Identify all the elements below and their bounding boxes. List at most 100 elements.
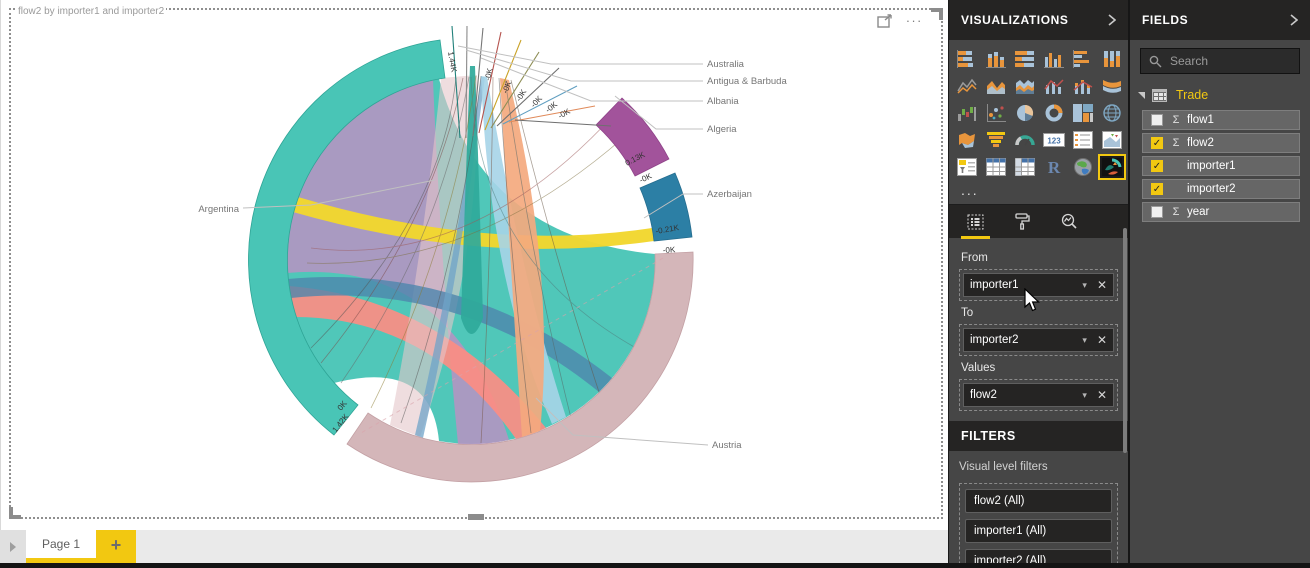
tab-fields[interactable] xyxy=(961,205,990,239)
remove-field-icon[interactable]: ✕ xyxy=(1097,333,1107,347)
sigma-icon: Σ xyxy=(1172,114,1180,126)
field-name[interactable]: importer2 xyxy=(1187,183,1236,195)
play-triangle-icon xyxy=(10,542,16,552)
viz-icon-clustered-column-chart[interactable] xyxy=(1042,48,1066,70)
viz-icon-card[interactable]: 123 xyxy=(1042,129,1066,151)
chevron-down-icon[interactable]: ▾ xyxy=(1082,335,1087,346)
search-input[interactable] xyxy=(1170,54,1290,68)
viz-icon-line-clustered-column-chart[interactable] xyxy=(1042,75,1066,97)
fields-title: FIELDS xyxy=(1142,13,1189,27)
visualization-icon-grid: 123 R xyxy=(949,40,1128,180)
field-row-year[interactable]: Σyear xyxy=(1142,202,1300,222)
format-tab-icon xyxy=(1015,213,1030,230)
filter-pill[interactable]: flow2 (All) xyxy=(965,489,1112,513)
viz-icon-arcgis-map[interactable] xyxy=(1071,156,1095,178)
checkbox-checked-icon[interactable]: ✓ xyxy=(1151,137,1163,149)
scrollbar-thumb[interactable] xyxy=(1123,228,1127,453)
tab-analytics[interactable] xyxy=(1060,205,1078,239)
filter-pill[interactable]: importer1 (All) xyxy=(965,519,1112,543)
viz-icon-area-chart[interactable] xyxy=(984,75,1008,97)
svg-text:123: 123 xyxy=(1047,137,1061,146)
field-name[interactable]: flow2 xyxy=(1187,137,1214,149)
values-dropzone[interactable]: flow2 ▾ ✕ xyxy=(959,379,1118,411)
viz-icon-pie-chart[interactable] xyxy=(1013,102,1037,124)
more-visuals-ellipsis[interactable]: ... xyxy=(949,180,1128,204)
viz-icon-table[interactable] xyxy=(984,156,1008,178)
report-canvas[interactable]: flow2 by importer1 and importer2 ... 1.4… xyxy=(0,0,948,530)
visualizations-header: VISUALIZATIONS xyxy=(949,0,1128,40)
field-search-box[interactable] xyxy=(1140,48,1300,74)
expand-caret-icon[interactable] xyxy=(1138,91,1145,99)
tab-format[interactable] xyxy=(1014,205,1030,239)
viz-icon-waterfall-chart[interactable] xyxy=(955,102,979,124)
remove-field-icon[interactable]: ✕ xyxy=(1097,388,1107,402)
pages-expand-button[interactable] xyxy=(0,530,26,563)
viz-icon-funnel[interactable] xyxy=(984,129,1008,151)
table-row-trade[interactable]: Trade xyxy=(1130,84,1310,108)
viz-icon-kpi[interactable] xyxy=(1100,129,1124,151)
table-name[interactable]: Trade xyxy=(1176,88,1208,102)
field-row-flow2[interactable]: ✓ Σflow2 xyxy=(1142,133,1300,153)
collapse-chevron-icon[interactable] xyxy=(1108,14,1116,26)
viz-icon-clustered-bar-chart[interactable] xyxy=(1071,48,1095,70)
viz-icon-100-stacked-column-chart[interactable] xyxy=(1100,48,1124,70)
viz-icon-map[interactable] xyxy=(1100,102,1124,124)
svg-text:-0K: -0K xyxy=(529,94,545,110)
collapse-chevron-icon[interactable] xyxy=(1290,14,1298,26)
filter-pill[interactable]: importer2 (All) xyxy=(965,549,1112,563)
chord-visual-container[interactable]: flow2 by importer1 and importer2 ... 1.4… xyxy=(9,6,943,520)
viz-icon-multi-row-card[interactable] xyxy=(1071,129,1095,151)
fields-list: Σflow1✓Σflow2✓Σimporter1✓Σimporter2Σyear xyxy=(1130,108,1310,222)
viz-icon-r-script[interactable]: R xyxy=(1042,156,1066,178)
field-row-importer2[interactable]: ✓Σimporter2 xyxy=(1142,179,1300,199)
svg-text:Albania: Albania xyxy=(707,96,739,107)
viz-icon-gauge[interactable] xyxy=(1013,129,1037,151)
viz-icon-donut-chart[interactable] xyxy=(1042,102,1066,124)
viz-icon-stacked-area-chart[interactable] xyxy=(1013,75,1037,97)
field-name[interactable]: flow1 xyxy=(1187,114,1214,126)
checkbox-checked-icon[interactable]: ✓ xyxy=(1151,160,1163,172)
powerbi-window: flow2 by importer1 and importer2 ... 1.4… xyxy=(0,0,1310,568)
chevron-down-icon[interactable]: ▾ xyxy=(1082,280,1087,291)
resize-handle-top-right-v[interactable] xyxy=(939,8,943,20)
viz-icon-line-stacked-column-chart[interactable] xyxy=(1071,75,1095,97)
viz-icon-matrix[interactable] xyxy=(1013,156,1037,178)
visualizations-panel: VISUALIZATIONS 123 R ... From importer1 … xyxy=(948,0,1128,563)
viz-icon-stacked-bar-chart[interactable] xyxy=(955,48,979,70)
viz-icon-stacked-column-chart[interactable] xyxy=(984,48,1008,70)
viz-icon-slicer[interactable] xyxy=(955,156,979,178)
viz-icon-ribbon-chart[interactable] xyxy=(1100,75,1124,97)
resize-handle-bottom-left-v[interactable] xyxy=(9,507,13,519)
field-name[interactable]: year xyxy=(1187,206,1209,218)
well-tab-bar xyxy=(949,204,1128,239)
viz-icon-scatter-chart[interactable] xyxy=(984,102,1008,124)
resize-handle-bottom-center[interactable] xyxy=(468,514,484,520)
filters-body: Visual level filters flow2 (All) importer… xyxy=(949,451,1128,563)
svg-text:Austria: Austria xyxy=(712,440,742,451)
filters-header: FILTERS xyxy=(949,421,1128,451)
field-name[interactable]: importer1 xyxy=(1187,160,1236,172)
viz-icon-filled-map[interactable] xyxy=(955,129,979,151)
svg-text:Algeria: Algeria xyxy=(707,124,737,135)
add-page-button[interactable]: + xyxy=(96,530,136,563)
viz-icon-100-stacked-bar-chart[interactable] xyxy=(1013,48,1037,70)
values-field-dropdown[interactable]: flow2 ▾ ✕ xyxy=(963,383,1114,407)
svg-text:-0K: -0K xyxy=(557,106,573,120)
to-field-value: importer2 xyxy=(970,334,1019,346)
viz-icon-treemap[interactable] xyxy=(1071,102,1095,124)
sigma-icon: Σ xyxy=(1172,206,1180,218)
viz-icon-chord-chart-selected[interactable] xyxy=(1098,154,1126,180)
mouse-cursor xyxy=(1024,288,1040,312)
checkbox-unchecked-icon[interactable] xyxy=(1151,206,1163,218)
to-field-dropdown[interactable]: importer2 ▾ ✕ xyxy=(963,328,1114,352)
chevron-down-icon[interactable]: ▾ xyxy=(1082,390,1087,401)
checkbox-unchecked-icon[interactable] xyxy=(1151,114,1163,126)
table-icon xyxy=(1152,88,1167,102)
viz-icon-line-chart[interactable] xyxy=(955,75,979,97)
page-tab-active[interactable]: Page 1 xyxy=(26,530,96,563)
field-row-flow1[interactable]: Σflow1 xyxy=(1142,110,1300,130)
remove-field-icon[interactable]: ✕ xyxy=(1097,278,1107,292)
to-dropzone[interactable]: importer2 ▾ ✕ xyxy=(959,324,1118,356)
field-row-importer1[interactable]: ✓Σimporter1 xyxy=(1142,156,1300,176)
checkbox-checked-icon[interactable]: ✓ xyxy=(1151,183,1163,195)
